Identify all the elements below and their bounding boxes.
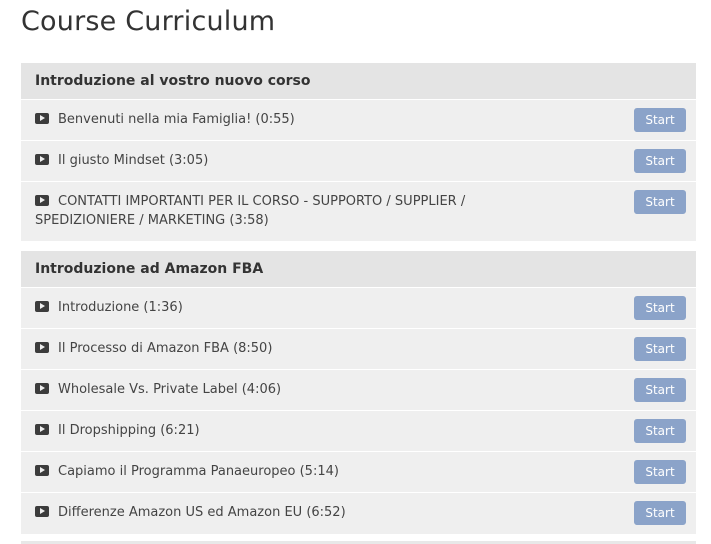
video-play-icon [35, 342, 49, 353]
lecture-item[interactable]: Il Dropshipping (6:21) Start [21, 411, 696, 452]
page-title: Course Curriculum [21, 6, 276, 37]
video-play-icon [35, 424, 49, 435]
lecture-item[interactable]: Introduzione (1:36) Start [21, 288, 696, 329]
video-play-icon [35, 154, 49, 165]
lecture-item[interactable]: Il Processo di Amazon FBA (8:50) Start [21, 329, 696, 370]
video-play-icon [35, 383, 49, 394]
lecture-item[interactable]: Differenze Amazon US ed Amazon EU (6:52)… [21, 493, 696, 534]
start-button[interactable]: Start [634, 108, 686, 132]
section-header: Introduzione al vostro nuovo corso [21, 63, 696, 100]
video-play-icon [35, 113, 49, 124]
lecture-title[interactable]: Il Processo di Amazon FBA (8:50) [58, 341, 272, 356]
lecture-item[interactable]: Wholesale Vs. Private Label (4:06) Start [21, 370, 696, 411]
start-button[interactable]: Start [634, 337, 686, 361]
curriculum-section: Introduzione ad Amazon FBA Introduzione … [21, 251, 696, 534]
video-play-icon [35, 465, 49, 476]
lecture-title[interactable]: Wholesale Vs. Private Label (4:06) [58, 382, 281, 397]
start-button[interactable]: Start [634, 419, 686, 443]
lecture-item[interactable]: Capiamo il Programma Panaeuropeo (5:14) … [21, 452, 696, 493]
start-button[interactable]: Start [634, 190, 686, 214]
lecture-item[interactable]: Il giusto Mindset (3:05) Start [21, 141, 696, 182]
video-play-icon [35, 301, 49, 312]
lecture-item[interactable]: CONTATTI IMPORTANTI PER IL CORSO - SUPPO… [21, 182, 696, 241]
start-button[interactable]: Start [634, 378, 686, 402]
start-button[interactable]: Start [634, 149, 686, 173]
video-play-icon [35, 195, 49, 206]
lecture-title[interactable]: Il Dropshipping (6:21) [58, 423, 200, 438]
curriculum-section: Introduzione al vostro nuovo corso Benve… [21, 63, 696, 241]
lecture-title[interactable]: Introduzione (1:36) [58, 300, 183, 315]
section-title: Introduzione al vostro nuovo corso [35, 73, 311, 89]
lecture-item[interactable]: Benvenuti nella mia Famiglia! (0:55) Sta… [21, 100, 696, 141]
start-button[interactable]: Start [634, 460, 686, 484]
lecture-title[interactable]: Il giusto Mindset (3:05) [58, 153, 208, 168]
lecture-title[interactable]: Benvenuti nella mia Famiglia! (0:55) [58, 112, 295, 127]
lecture-title[interactable]: Differenze Amazon US ed Amazon EU (6:52) [58, 505, 346, 520]
lecture-title[interactable]: Capiamo il Programma Panaeuropeo (5:14) [58, 464, 339, 479]
start-button[interactable]: Start [634, 296, 686, 320]
section-title: Introduzione ad Amazon FBA [35, 261, 264, 277]
video-play-icon [35, 506, 49, 517]
lecture-title[interactable]: CONTATTI IMPORTANTI PER IL CORSO - SUPPO… [35, 194, 465, 228]
start-button[interactable]: Start [634, 501, 686, 525]
section-header: Introduzione ad Amazon FBA [21, 251, 696, 288]
